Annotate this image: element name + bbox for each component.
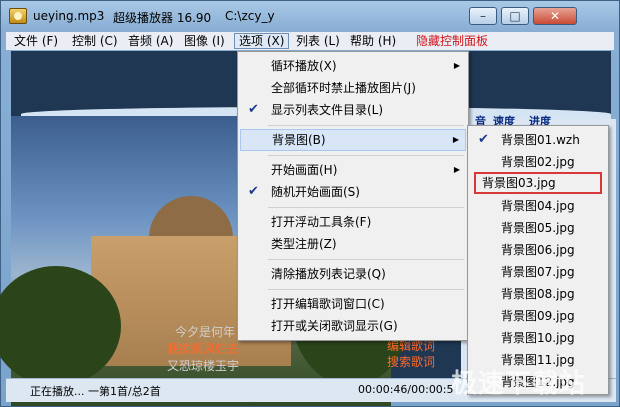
menu-item-disable-image-loop[interactable]: 全部循环时禁止播放图片(J)	[240, 77, 466, 99]
menu-item-label: 循环播放(X)	[271, 59, 337, 73]
lyric-line-2: 我欲乘风归去	[167, 342, 240, 356]
menu-item-label: 打开浮动工具条(F)	[271, 215, 372, 229]
title-bar[interactable]: ueying.mp3 超级播放器 16.90 C:\zcy_y – □ ✕	[1, 1, 619, 31]
menu-list[interactable]: 列表 (L)	[292, 33, 344, 49]
submenu-item-bg10[interactable]: 背景图10.jpg	[470, 327, 606, 349]
menu-control[interactable]: 控制 (C)	[68, 33, 122, 49]
menu-item-clear-playlist-history[interactable]: 清除播放列表记录(Q)	[240, 263, 466, 285]
tree-left	[0, 266, 121, 386]
background-image-submenu: ✔ 背景图01.wzh 背景图02.jpg 背景图03.jpg 背景图04.jp…	[467, 125, 609, 395]
menu-item-label: 随机开始画面(S)	[271, 185, 360, 199]
menu-audio[interactable]: 音频 (A)	[124, 33, 177, 49]
menu-hide-control-panel[interactable]: 隐藏控制面板	[412, 33, 492, 49]
menu-item-label: 背景图(B)	[272, 133, 326, 147]
title-filename: ueying.mp3	[33, 9, 105, 23]
submenu-item-bg06[interactable]: 背景图06.jpg	[470, 239, 606, 261]
submenu-item-label: 背景图06.jpg	[501, 243, 575, 257]
menu-item-random-start-screen[interactable]: ✔ 随机开始画面(S)	[240, 181, 466, 203]
submenu-arrow-icon: ▶	[452, 135, 459, 144]
submenu-item-label: 背景图03.jpg	[482, 176, 556, 190]
submenu-item-label: 背景图02.jpg	[501, 155, 575, 169]
menu-item-start-screen[interactable]: 开始画面(H) ▶	[240, 159, 466, 181]
menu-item-label: 打开编辑歌词窗口(C)	[271, 297, 385, 311]
maximize-button[interactable]: □	[501, 7, 529, 25]
menu-separator	[268, 125, 464, 126]
menu-item-label: 类型注册(Z)	[271, 237, 337, 251]
menu-separator	[268, 207, 464, 208]
check-icon: ✔	[478, 132, 489, 147]
search-lyrics-button[interactable]: 搜索歌词	[387, 353, 435, 370]
submenu-item-bg05[interactable]: 背景图05.jpg	[470, 217, 606, 239]
submenu-item-label: 背景图07.jpg	[501, 265, 575, 279]
submenu-item-label: 背景图09.jpg	[501, 309, 575, 323]
menu-item-label: 打开或关闭歌词显示(G)	[271, 319, 398, 333]
lyric-line-1: 今夕是何年	[175, 325, 236, 339]
menu-bar: 文件 (F) 控制 (C) 音频 (A) 图像 (I) 选项 (X) 列表 (L…	[6, 32, 614, 50]
menu-separator	[268, 155, 464, 156]
menu-item-label: 显示列表文件目录(L)	[271, 103, 384, 117]
menu-item-background-image[interactable]: 背景图(B) ▶	[240, 129, 466, 151]
lyric-line-3: 又恐琼楼玉宇	[167, 359, 240, 373]
menu-item-type-registration[interactable]: 类型注册(Z)	[240, 233, 466, 255]
submenu-item-bg08[interactable]: 背景图08.jpg	[470, 283, 606, 305]
menu-item-toggle-lyrics-display[interactable]: 打开或关闭歌词显示(G)	[240, 315, 466, 337]
submenu-item-label: 背景图08.jpg	[501, 287, 575, 301]
menu-separator	[268, 289, 464, 290]
submenu-item-label: 背景图10.jpg	[501, 331, 575, 345]
submenu-item-bg09[interactable]: 背景图09.jpg	[470, 305, 606, 327]
menu-item-label: 开始画面(H)	[271, 163, 338, 177]
check-icon: ✔	[248, 184, 259, 199]
submenu-item-label: 背景图01.wzh	[501, 133, 580, 147]
close-button[interactable]: ✕	[533, 7, 577, 25]
menu-options[interactable]: 选项 (X)	[234, 33, 290, 49]
player-window: ueying.mp3 超级播放器 16.90 C:\zcy_y – □ ✕ 文件…	[0, 0, 620, 407]
menu-item-show-list-directory[interactable]: ✔ 显示列表文件目录(L)	[240, 99, 466, 121]
menu-item-loop-play[interactable]: 循环播放(X) ▶	[240, 55, 466, 77]
submenu-item-bg03[interactable]: 背景图03.jpg	[474, 172, 602, 194]
submenu-arrow-icon: ▶	[453, 61, 460, 70]
menu-image[interactable]: 图像 (I)	[180, 33, 229, 49]
menu-file[interactable]: 文件 (F)	[10, 33, 62, 49]
menu-item-edit-lyrics-window[interactable]: 打开编辑歌词窗口(C)	[240, 293, 466, 315]
minimize-button[interactable]: –	[469, 7, 497, 25]
title-path: C:\zcy_y	[225, 9, 275, 23]
check-icon: ✔	[248, 102, 259, 117]
options-dropdown: 循环播放(X) ▶ 全部循环时禁止播放图片(J) ✔ 显示列表文件目录(L) 背…	[237, 51, 469, 341]
menu-help[interactable]: 帮助 (H)	[346, 33, 400, 49]
menu-item-label: 全部循环时禁止播放图片(J)	[271, 81, 416, 95]
app-icon	[9, 8, 27, 24]
menu-item-floating-toolbar[interactable]: 打开浮动工具条(F)	[240, 211, 466, 233]
title-app-name: 超级播放器 16.90	[113, 11, 212, 25]
submenu-item-bg01[interactable]: ✔ 背景图01.wzh	[470, 129, 606, 151]
submenu-arrow-icon: ▶	[453, 165, 460, 174]
submenu-item-bg02[interactable]: 背景图02.jpg	[470, 151, 606, 173]
submenu-item-bg07[interactable]: 背景图07.jpg	[470, 261, 606, 283]
menu-item-label: 清除播放列表记录(Q)	[271, 267, 386, 281]
submenu-item-label: 背景图05.jpg	[501, 221, 575, 235]
watermark: 极速下载站	[451, 369, 587, 399]
submenu-item-bg04[interactable]: 背景图04.jpg	[470, 195, 606, 217]
status-playing: 正在播放... 一第1首/总2首	[30, 385, 161, 398]
submenu-item-label: 背景图04.jpg	[501, 199, 575, 213]
status-time: 00:00:46/00:00:5	[358, 383, 454, 396]
menu-separator	[268, 259, 464, 260]
